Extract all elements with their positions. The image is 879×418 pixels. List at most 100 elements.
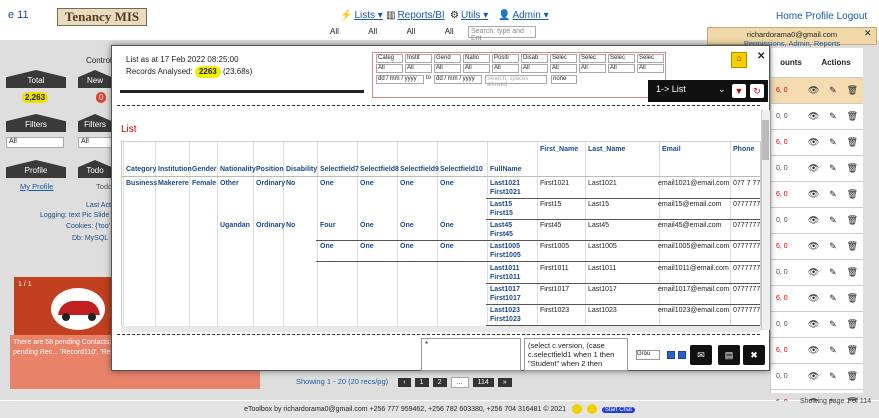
key-icon[interactable] [571,404,582,414]
full-name-first[interactable]: First1005 [490,252,521,259]
page-1-button[interactable]: 1 [414,378,429,387]
filter-value-select[interactable]: All [579,64,606,73]
filter-header-select[interactable]: Disab [521,54,548,63]
filter-header-select[interactable]: Positi [492,54,519,63]
trash-icon[interactable]: 🗑 [847,85,858,96]
trash-icon[interactable]: 🗑 [847,137,858,148]
full-name-first[interactable]: First1017 [490,295,521,302]
page-last-button[interactable]: 114 [472,378,494,387]
trash-icon[interactable]: 🗑 [847,371,858,382]
edit-icon[interactable]: ✎ [829,215,837,226]
brand-title[interactable]: Tenancy MIS [57,8,147,26]
trash-icon[interactable]: 🗑 [847,345,858,356]
full-name-first[interactable]: First1023 [490,316,521,323]
refresh-icon[interactable]: ↻ [750,84,764,98]
sql-select-input[interactable]: * [421,338,521,371]
filter-value-select[interactable]: All [492,64,519,73]
full-name-last[interactable]: Last1017 [490,286,520,293]
app-logo[interactable]: e 11 [8,9,29,21]
home-icon[interactable]: ⌂ [731,52,747,68]
top-links[interactable]: Home Profile Logout [776,11,867,22]
edit-icon[interactable]: ✎ [829,85,837,96]
trash-icon[interactable]: 🗑 [847,163,858,174]
page-2-button[interactable]: 2 [432,378,447,387]
header-filter-2[interactable]: All [368,27,404,36]
edit-icon[interactable]: ✎ [829,371,837,382]
page-prev-button[interactable]: ‹ [398,378,411,387]
full-name-first[interactable]: First1021 [490,189,521,196]
checkbox-1[interactable] [667,351,675,359]
filter-header-select[interactable]: Categ [376,54,403,63]
edit-icon[interactable]: ✎ [829,293,837,304]
edit-icon[interactable]: ✎ [829,111,837,122]
menu-lists[interactable]: ⚡ Lists ▾ [340,10,383,21]
header-filter-1[interactable]: All [330,27,366,36]
filter-value-select[interactable]: All [608,64,635,73]
full-name-last[interactable]: Last1005 [490,243,520,250]
filter-header-select[interactable]: Selec [637,54,664,63]
eye-icon[interactable]: 👁 [808,371,819,382]
horizontal-scrollbar[interactable] [121,326,761,332]
eye-icon[interactable]: 👁 [808,215,819,226]
filter-header-select[interactable]: Selec [550,54,577,63]
add-icon[interactable] [586,404,597,414]
eye-icon[interactable]: 👁 [808,85,819,96]
filter-value-select[interactable]: All [550,64,577,73]
filter-header-select[interactable]: Selec [579,54,606,63]
filter-select-2[interactable]: All [78,137,112,148]
filter-header-select[interactable]: Selec [608,54,635,63]
filter-select[interactable]: All [6,137,64,148]
trash-icon[interactable]: 🗑 [847,189,858,200]
filter-icon[interactable]: ▼ [732,84,746,98]
full-name-last[interactable]: Last45 [490,222,512,229]
filter-value-select[interactable]: All [463,64,490,73]
date-to-input[interactable]: dd / mm / yyyy [434,75,482,84]
menu-utils[interactable]: ⚙ Utils ▾ [450,10,488,21]
eye-icon[interactable]: 👁 [808,345,819,356]
menu-reports[interactable]: ▥ Reports/BI [386,10,445,21]
trash-icon[interactable]: 🗑 [847,241,858,252]
menu-admin[interactable]: 👤 Admin ▾ [498,10,549,21]
none-select[interactable]: none [551,75,577,84]
eye-icon[interactable]: 👁 [808,319,819,330]
filter-value-select[interactable]: All [637,64,664,73]
sql-query-input[interactable]: (select c.version, (case c.selectfield1 … [524,338,628,371]
trash-icon[interactable]: 🗑 [847,319,858,330]
trash-icon[interactable]: 🗑 [847,215,858,226]
trash-icon[interactable]: 🗑 [847,293,858,304]
edit-icon[interactable]: ✎ [829,163,837,174]
page-next-button[interactable]: » [497,378,512,387]
eye-icon[interactable]: 👁 [808,111,819,122]
date-from-input[interactable]: dd / mm / yyyy [376,75,424,84]
full-name-last[interactable]: Last1023 [490,307,520,314]
list-select[interactable]: 1-> List ⌄ ▼ ↻ [648,80,768,102]
edit-icon[interactable]: ✎ [829,345,837,356]
eye-icon[interactable]: 👁 [808,189,819,200]
trash-icon[interactable]: 🗑 [847,111,858,122]
pdf-icon[interactable]: ▤ [718,345,740,365]
eye-icon[interactable]: 👁 [808,137,819,148]
spaces-search-input[interactable]: Search, spaces allowed [485,75,547,88]
filter-header-select[interactable]: Gend [434,54,461,63]
filter-value-select[interactable]: All [434,64,461,73]
email-icon[interactable]: ✉ [690,345,712,365]
eye-icon[interactable]: 👁 [808,163,819,174]
start-chat-button[interactable]: Start Chat [601,406,635,413]
filter-value-select[interactable]: All [376,64,403,73]
search-input[interactable]: Search: type and Ent [468,26,536,42]
filter-header-select[interactable]: Instit [405,54,432,63]
checkbox-2[interactable] [678,351,686,359]
edit-icon[interactable]: ✎ [829,137,837,148]
full-name-first[interactable]: First1011 [490,274,520,281]
edit-icon[interactable]: ✎ [829,267,837,278]
edit-icon[interactable]: ✎ [829,241,837,252]
filter-header-select[interactable]: Natio [463,54,490,63]
full-name-first[interactable]: First45 [490,231,513,238]
filter-value-select[interactable]: All [521,64,548,73]
excel-icon[interactable]: ✖ [743,345,765,365]
filter-value-select[interactable]: All [405,64,432,73]
close-icon[interactable]: ✕ [864,28,872,39]
full-name-first[interactable]: First15 [490,210,513,217]
full-name-last[interactable]: Last15 [490,201,512,208]
full-name-last[interactable]: Last1021 [490,180,520,187]
